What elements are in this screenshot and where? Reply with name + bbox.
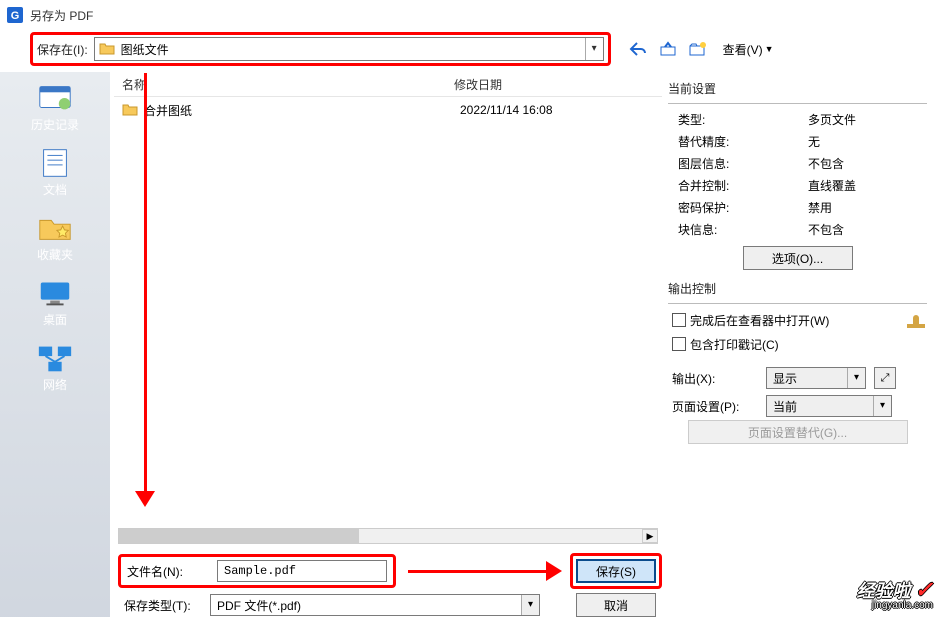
chevron-down-icon: ▼: [765, 44, 774, 54]
setting-value: 禁用: [808, 199, 927, 216]
page-setup-select[interactable]: 当前 ▾: [766, 395, 892, 417]
file-date: 2022/11/14 16:08: [460, 103, 553, 117]
filetype-label: 保存类型(T):: [124, 597, 204, 614]
document-icon: [36, 147, 74, 179]
sidebar-item-label: 文档: [43, 181, 67, 198]
horizontal-scrollbar[interactable]: ▶: [118, 528, 658, 544]
column-header-name[interactable]: 名称: [114, 76, 454, 93]
save-button[interactable]: 保存(S): [576, 559, 656, 583]
up-one-level-button[interactable]: [657, 38, 679, 60]
save-in-label: 保存在(I):: [37, 41, 88, 58]
setting-value: 直线覆盖: [808, 177, 927, 194]
setting-key: 类型:: [668, 111, 808, 128]
app-icon: G: [6, 6, 24, 24]
filename-input[interactable]: [217, 560, 387, 582]
annotation-arrow-horizontal: [408, 570, 558, 573]
chevron-down-icon[interactable]: ▾: [521, 595, 539, 615]
sidebar-item-label: 桌面: [43, 311, 67, 328]
history-icon: [36, 82, 74, 114]
check-icon: ✓: [915, 577, 933, 602]
sidebar-item-desktop[interactable]: 桌面: [0, 273, 110, 336]
setting-value: 多页文件: [808, 111, 927, 128]
folder-icon: [122, 102, 138, 118]
watermark: 经验啦✓ jingyanla.com: [857, 579, 933, 611]
places-sidebar: 历史记录 文档 收藏夹 桌面 网络: [0, 72, 110, 617]
sidebar-item-favorites[interactable]: 收藏夹: [0, 208, 110, 271]
sidebar-item-label: 网络: [43, 376, 67, 393]
setting-key: 合并控制:: [668, 177, 808, 194]
checkbox-include-stamp[interactable]: [672, 337, 686, 351]
setting-value: 无: [808, 133, 927, 150]
page-setup-override-button: 页面设置替代(G)...: [688, 420, 908, 444]
output-control-title: 输出控制: [668, 280, 927, 297]
checkbox-label: 完成后在查看器中打开(W): [690, 312, 829, 329]
setting-value: 不包含: [808, 221, 927, 238]
setting-key: 替代精度:: [668, 133, 808, 150]
filetype-value: PDF 文件(*.pdf): [217, 597, 301, 614]
filetype-combo[interactable]: PDF 文件(*.pdf) ▾: [210, 594, 540, 616]
sidebar-item-label: 收藏夹: [37, 246, 73, 263]
list-item[interactable]: 合并图纸 2022/11/14 16:08: [114, 97, 662, 123]
highlight-save-button: 保存(S): [570, 553, 662, 589]
setting-value: 不包含: [808, 155, 927, 172]
setting-key: 密码保护:: [668, 199, 808, 216]
page-setup-value: 当前: [773, 398, 797, 415]
output-browse-button[interactable]: ⤢: [874, 367, 896, 389]
folder-icon: [99, 41, 115, 57]
filename-label: 文件名(N):: [127, 563, 207, 580]
output-value: 显示: [773, 370, 797, 387]
stamp-icon: [905, 309, 927, 331]
chevron-down-icon[interactable]: ▾: [873, 396, 891, 416]
output-select[interactable]: 显示 ▾: [766, 367, 866, 389]
watermark-text: 经验啦: [857, 581, 911, 601]
view-menu[interactable]: 查看(V)▼: [723, 41, 774, 58]
output-label: 输出(X):: [668, 370, 758, 387]
page-setup-label: 页面设置(P):: [668, 398, 758, 415]
highlight-filename: 文件名(N):: [118, 554, 396, 588]
sidebar-item-history[interactable]: 历史记录: [0, 78, 110, 141]
checkbox-label: 包含打印戳记(C): [690, 336, 779, 353]
options-button[interactable]: 选项(O)...: [743, 246, 853, 270]
checkbox-open-after[interactable]: [672, 313, 686, 327]
annotation-arrow-vertical: [144, 73, 147, 503]
sidebar-item-network[interactable]: 网络: [0, 338, 110, 401]
file-list[interactable]: 名称 修改日期 合并图纸 2022/11/14 16:08 ▶: [114, 72, 662, 544]
file-name: 合并图纸: [144, 102, 460, 119]
column-header-date[interactable]: 修改日期: [454, 76, 654, 93]
chevron-down-icon[interactable]: ▾: [585, 38, 603, 60]
cancel-button[interactable]: 取消: [576, 593, 656, 617]
save-in-combo[interactable]: 图纸文件 ▾: [94, 37, 604, 61]
current-settings-title: 当前设置: [668, 80, 927, 97]
view-label: 查看(V): [723, 41, 763, 58]
new-folder-button[interactable]: [687, 38, 709, 60]
back-button[interactable]: [627, 38, 649, 60]
svg-text:G: G: [11, 10, 20, 22]
network-icon: [36, 342, 74, 374]
watermark-sub: jingyanla.com: [872, 601, 933, 611]
chevron-down-icon[interactable]: ▾: [847, 368, 865, 388]
desktop-icon: [36, 277, 74, 309]
sidebar-item-label: 历史记录: [31, 116, 79, 133]
window-title: 另存为 PDF: [30, 7, 93, 24]
setting-key: 块信息:: [668, 221, 808, 238]
save-in-value: 图纸文件: [121, 41, 599, 58]
highlight-save-in: 保存在(I): 图纸文件 ▾: [30, 32, 611, 66]
favorites-icon: [36, 212, 74, 244]
setting-key: 图层信息:: [668, 155, 808, 172]
sidebar-item-documents[interactable]: 文档: [0, 143, 110, 206]
